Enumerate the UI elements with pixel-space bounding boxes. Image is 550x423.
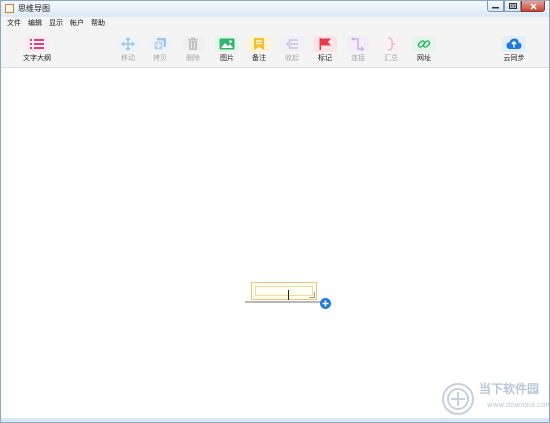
menu-file[interactable]: 文件 — [7, 17, 21, 29]
plus-icon — [322, 300, 329, 307]
copy-icon — [148, 36, 172, 52]
cloud-upload-icon — [502, 36, 526, 52]
menu-edit[interactable]: 编辑 — [28, 17, 42, 29]
resize-grip-icon[interactable] — [309, 292, 315, 298]
move-arrows-icon — [116, 36, 140, 52]
brace-icon — [379, 36, 403, 52]
delete-button[interactable]: 删除 — [176, 34, 210, 64]
app-icon — [5, 4, 14, 13]
menu-view[interactable]: 显示 — [49, 17, 63, 29]
mindmap-canvas[interactable]: 当下软件园 www.downxia.com — [1, 68, 549, 418]
title-bar: 思维导图 — [1, 1, 549, 17]
add-child-button[interactable] — [320, 298, 331, 309]
menu-bar: 文件 编辑 显示 帐户 帮助 — [1, 17, 549, 29]
close-icon — [529, 2, 537, 10]
watermark-url: www.downxia.com — [487, 401, 550, 409]
outline-label: 文字大纲 — [23, 54, 51, 62]
image-icon — [215, 36, 239, 52]
maximize-button[interactable] — [504, 1, 521, 12]
toolbar: 文字大纲 移动 拷贝 删除 图片 备注 收起 标记 连接 汇总 网址 云同步 — [1, 29, 549, 68]
trash-icon — [181, 36, 205, 52]
window-title: 思维导图 — [18, 4, 50, 13]
link-icon — [412, 36, 436, 52]
menu-account[interactable]: 帐户 — [70, 17, 84, 29]
cloud-sync-button[interactable]: 云同步 — [497, 34, 531, 64]
watermark-title: 当下软件园 — [479, 382, 540, 396]
url-label: 网址 — [417, 54, 431, 62]
central-topic-node[interactable] — [251, 282, 317, 300]
maximize-icon — [508, 3, 517, 9]
url-button[interactable]: 网址 — [407, 34, 441, 64]
collapse-icon — [280, 36, 304, 52]
status-bar — [1, 418, 549, 422]
watermark-logo-icon — [442, 383, 474, 415]
node-text-input[interactable] — [255, 286, 313, 300]
window-controls — [487, 1, 545, 13]
node-underline — [245, 301, 321, 303]
close-button[interactable] — [521, 1, 545, 12]
minimize-icon — [492, 6, 499, 8]
menu-help[interactable]: 帮助 — [91, 17, 105, 29]
outline-button[interactable]: 文字大纲 — [20, 34, 54, 64]
app-window: 思维导图 文件 编辑 显示 帐户 帮助 文字大纲 移动 拷贝 删除 图片 备注 … — [0, 0, 550, 423]
list-icon — [25, 36, 49, 52]
connect-icon — [346, 36, 370, 52]
flag-icon — [313, 36, 337, 52]
text-caret — [288, 290, 289, 300]
watermark: 当下软件园 www.downxia.com — [441, 378, 549, 418]
cloud-sync-label: 云同步 — [503, 54, 525, 62]
note-icon — [247, 36, 271, 52]
minimize-button[interactable] — [487, 1, 504, 12]
